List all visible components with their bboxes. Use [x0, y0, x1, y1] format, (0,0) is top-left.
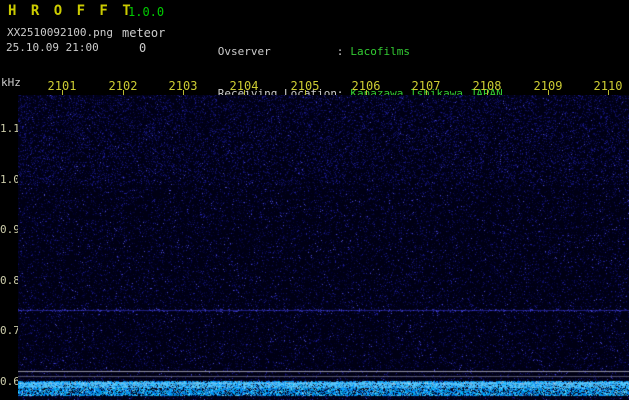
spectrogram-canvas: [18, 95, 629, 400]
app-title: H R O F F T: [8, 3, 134, 19]
info-separator: :: [336, 45, 344, 58]
y-axis-label: 0.9: [0, 223, 20, 236]
y-axis-label: 1.0: [0, 173, 20, 186]
info-row-observer: Ovserver: Lacofilms: [178, 31, 503, 58]
y-axis-label: 1.1: [0, 122, 20, 135]
y-axis-label: 0.7: [0, 324, 20, 337]
hrofft-screen: H R O F F T 1.0.0 XX2510092100.png meteo…: [0, 0, 629, 400]
y-axis-unit: kHz: [1, 76, 21, 89]
y-axis-label: 0.6: [0, 375, 20, 388]
app-version: 1.0.0: [128, 5, 165, 19]
meteor-label: meteor: [122, 26, 166, 40]
meteor-count: 0: [139, 41, 147, 55]
info-label: Ovserver: [217, 45, 271, 58]
y-axis-label: 0.8: [0, 274, 20, 287]
output-filename: XX2510092100.png: [7, 26, 113, 39]
info-value: Lacofilms: [350, 45, 410, 58]
timestamp: 25.10.09 21:00: [6, 41, 99, 54]
